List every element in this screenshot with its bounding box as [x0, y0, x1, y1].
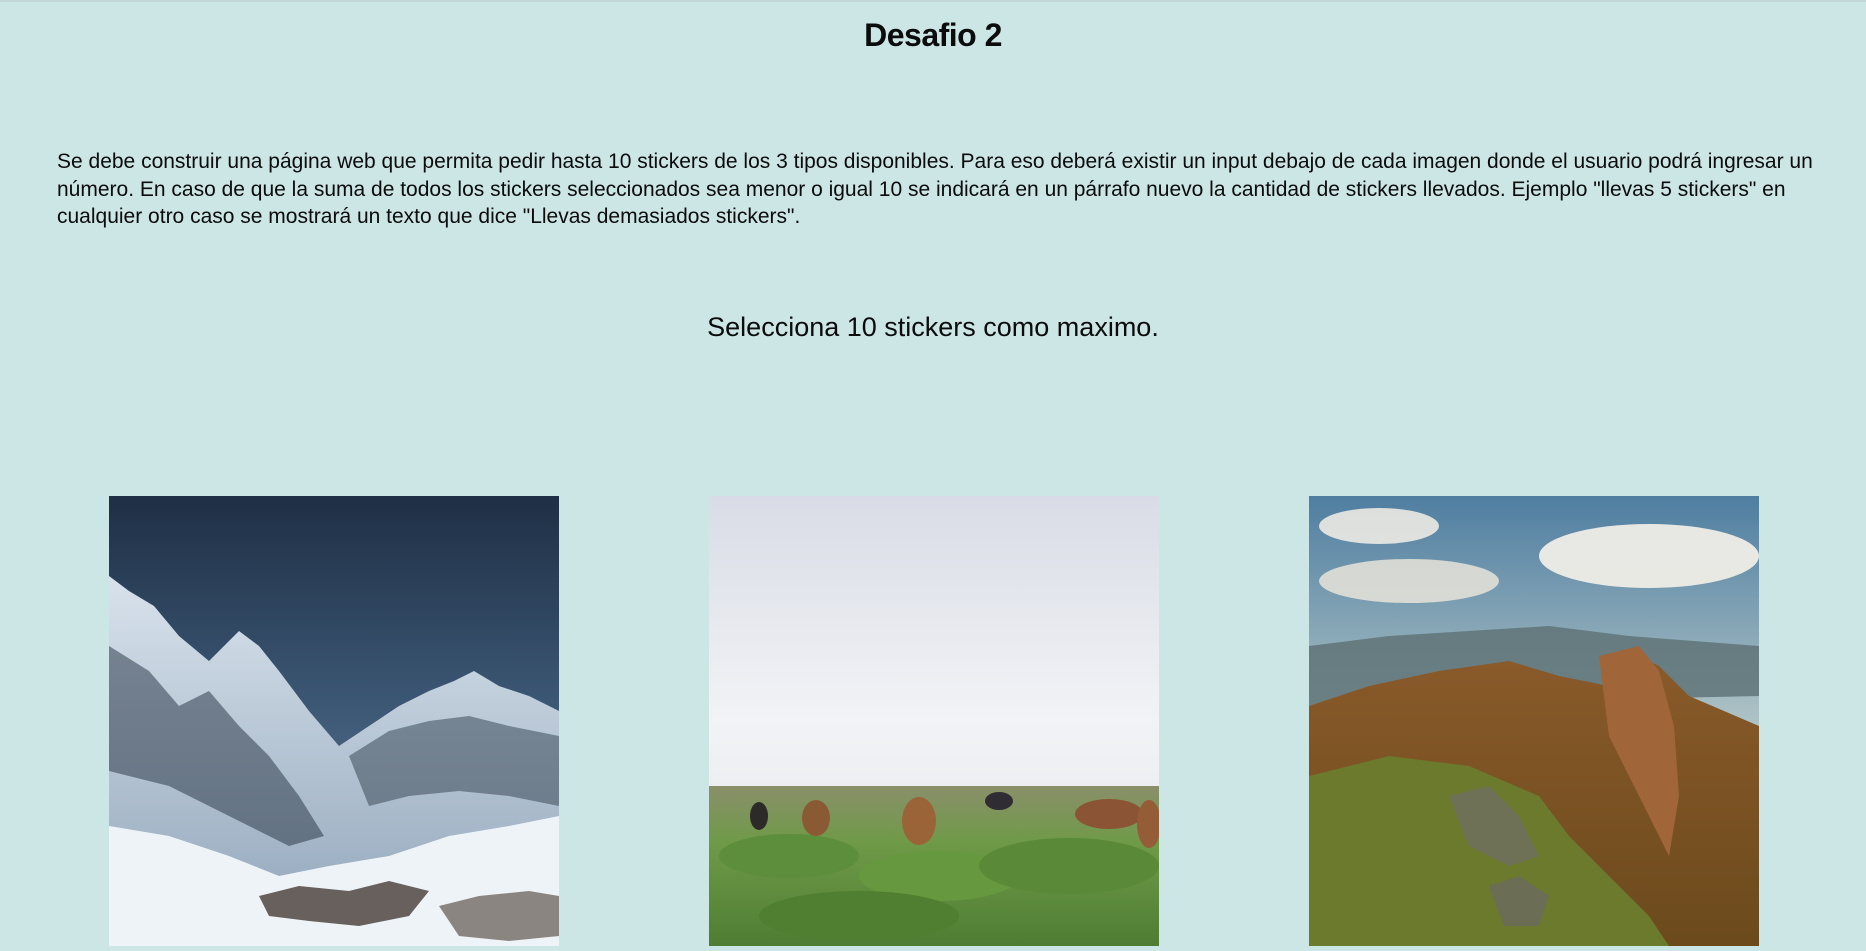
sticker-image-horses: [709, 496, 1159, 946]
top-divider: [0, 0, 1866, 2]
challenge-description: Se debe construir una página web que per…: [57, 150, 1813, 228]
page-title: Desafio 2: [864, 17, 1002, 53]
sticker-image-mountains: [109, 496, 559, 946]
sticker-image-ridge: [1309, 496, 1759, 946]
selection-instruction: Selecciona 10 stickers como maximo.: [707, 312, 1159, 342]
page: Desafio 2 Se debe construir una página w…: [0, 0, 1866, 951]
